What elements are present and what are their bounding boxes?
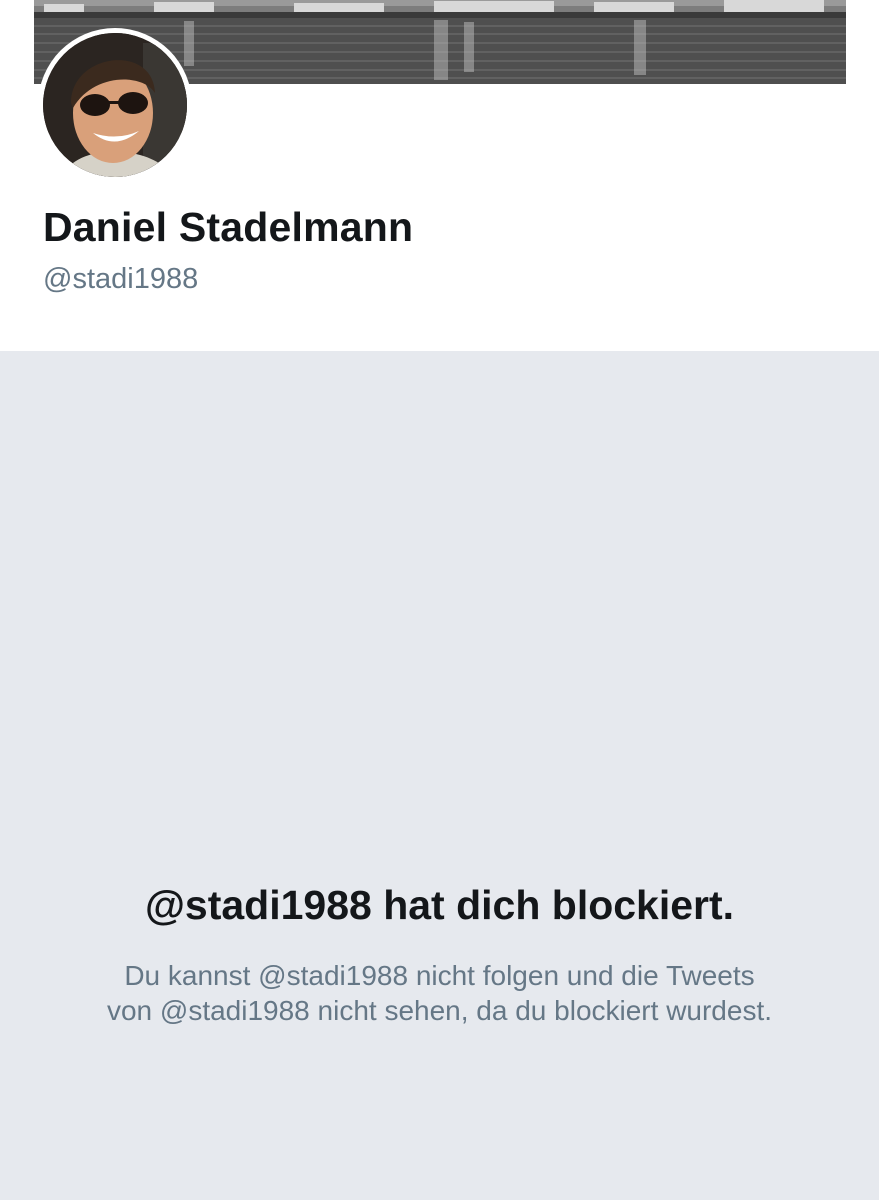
avatar-photo [43, 33, 187, 177]
profile-avatar[interactable] [38, 28, 192, 182]
profile-header: Daniel Stadelmann @stadi1988 [0, 0, 879, 351]
blocked-description-line-2: von @stadi1988 nicht sehen, da du blocki… [106, 995, 773, 1026]
profile-display-name: Daniel Stadelmann [43, 204, 414, 250]
profile-handle: @stadi1988 [43, 263, 199, 295]
blocked-description: Du kannst @stadi1988 nicht folgen und di… [40, 958, 839, 1028]
blocked-title: @stadi1988 hat dich blockiert. [144, 882, 735, 928]
blocked-description-line-1: Du kannst @stadi1988 nicht folgen und di… [124, 960, 755, 991]
